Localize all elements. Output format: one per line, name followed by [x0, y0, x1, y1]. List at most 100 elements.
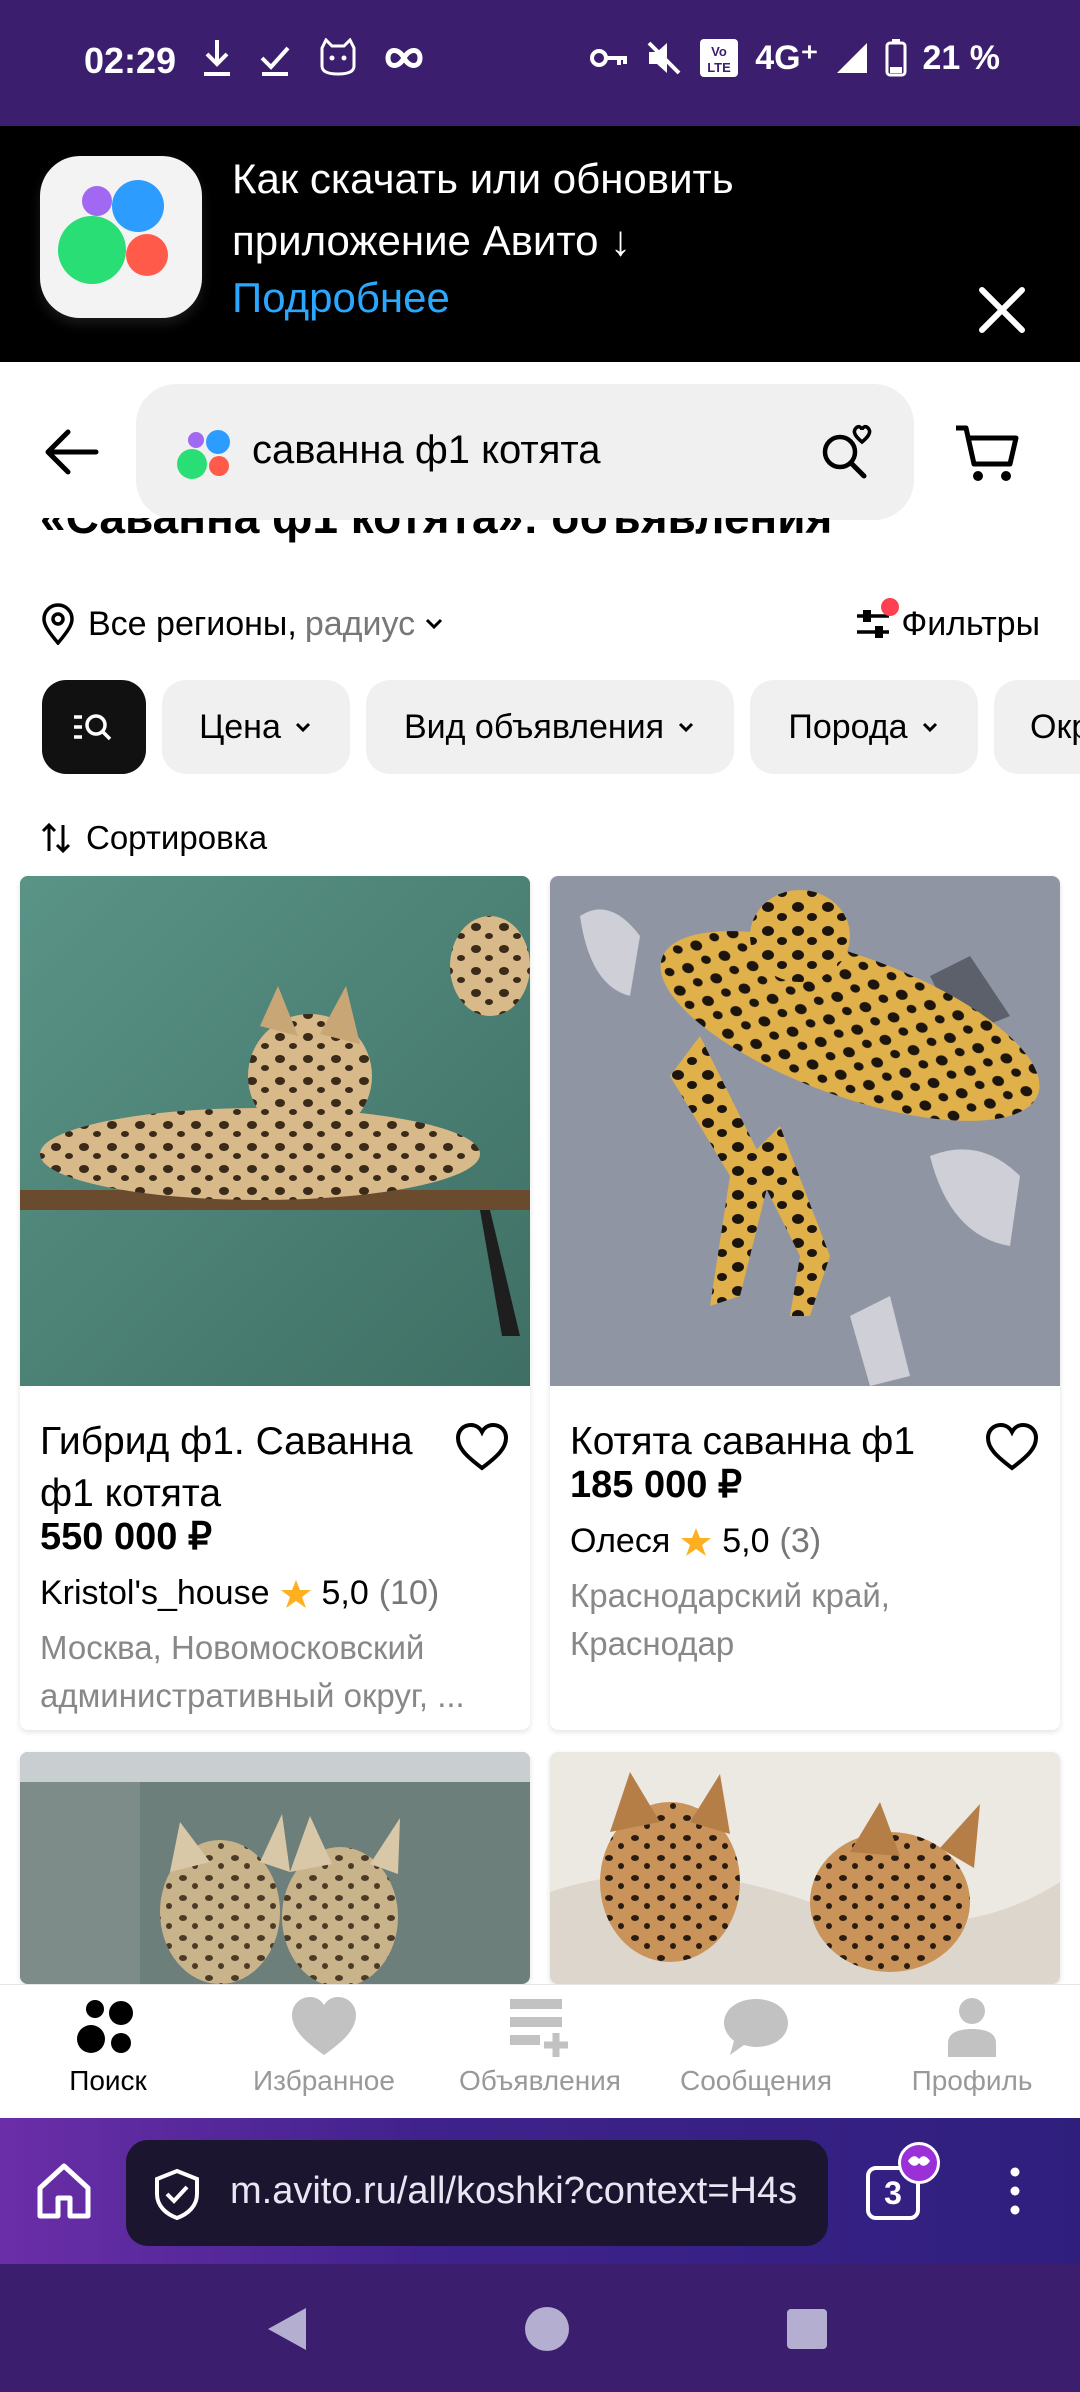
nav-listings-label: Объявления [459, 2065, 621, 2096]
bottom-navigation: Поиск Избранное Объявления Сообщения Про… [0, 1984, 1080, 2118]
back-arrow-icon[interactable] [36, 416, 108, 488]
add-listing-icon [510, 1999, 568, 2057]
battery-percent: 21 % [922, 38, 1001, 77]
listing-card[interactable]: Котята саванна ф1 185 000 ₽ Олеся 5,0 (3… [550, 876, 1060, 1730]
listing-photo [550, 876, 1060, 1386]
chip-listing-type-label: Вид объявления [403, 707, 665, 746]
location-selector[interactable]: Все регионы, радиус [40, 600, 445, 648]
listing-photo [20, 876, 530, 1386]
done-icon [260, 46, 290, 76]
search-input[interactable]: саванна ф1 котята [136, 384, 914, 520]
chip-color[interactable]: Окр [994, 680, 1080, 774]
results-title-text: «Саванна ф1 котята»: объявления [40, 518, 832, 544]
seller-rating: 5,0 [722, 1522, 770, 1560]
close-icon[interactable] [968, 276, 1036, 344]
more-menu-icon[interactable] [1000, 2162, 1030, 2220]
nav-messages[interactable]: Сообщения [656, 1995, 856, 2119]
avito-app-logo [40, 156, 202, 318]
listing-location: Москва, Новомосковский административный … [40, 1629, 465, 1714]
save-search-icon[interactable] [816, 420, 880, 484]
profile-icon [948, 1998, 996, 2057]
chevron-down-icon [426, 618, 443, 630]
list-search-icon [74, 714, 112, 741]
chevron-down-icon [295, 722, 310, 733]
chip-listing-type[interactable]: Вид объявления [366, 680, 734, 774]
status-right: Vo LTE 4G⁺ 21 % [589, 38, 1000, 78]
status-time: 02:29 [84, 40, 177, 81]
sort-icon [41, 822, 71, 854]
sort-label: Сортировка [86, 819, 268, 856]
chip-breed[interactable]: Порода [750, 680, 978, 774]
star-icon [681, 1527, 712, 1556]
chip-price-label: Цена [199, 707, 281, 746]
listing-price: 550 000 ₽ [40, 1516, 213, 1558]
status-bar: 02:29 Vo LTE 4G⁺ 21 % [0, 0, 1080, 126]
chip-breed-label: Порода [788, 707, 908, 746]
listing-seller: Олеся 5,0 (3) [570, 1522, 821, 1561]
promo-more-link[interactable]: Подробнее [232, 274, 450, 322]
nav-favorites-label: Избранное [253, 2065, 395, 2096]
search-query: саванна ф1 котята [252, 428, 601, 472]
browser-toolbar: m.avito.ru/all/koshki?context=H4s 3 [0, 2118, 1080, 2264]
filters-label: Фильтры [901, 604, 1040, 643]
url-text: m.avito.ru/all/koshki?context=H4s [230, 2170, 798, 2212]
infinity-icon [385, 48, 423, 68]
location-radius: радиус [304, 604, 416, 643]
seller-reviews: (10) [378, 1574, 440, 1612]
nav-profile[interactable]: Профиль [872, 1995, 1072, 2119]
listing-photo [20, 1752, 530, 1984]
back-triangle-icon[interactable] [262, 2304, 312, 2354]
network-type: 4G⁺ [755, 39, 819, 77]
listing-title: Гибрид ф1. Саванна ф1 котята [40, 1420, 413, 1515]
private-mode-icon [898, 2142, 940, 2184]
svg-text:Vo: Vo [711, 44, 727, 59]
battery-icon [885, 39, 906, 77]
sort-button[interactable]: Сортировка [40, 814, 267, 862]
home-circle-icon[interactable] [522, 2304, 572, 2354]
system-navigation-bar [0, 2264, 1080, 2392]
seller-reviews: (3) [779, 1522, 822, 1560]
location-region: Все регионы, [88, 604, 297, 643]
filters-notification-dot [881, 598, 900, 616]
shield-check-icon[interactable] [152, 2168, 202, 2220]
chevron-down-icon [678, 722, 694, 733]
download-icon [204, 40, 230, 76]
address-bar[interactable]: m.avito.ru/all/koshki?context=H4s [126, 2140, 828, 2246]
app-promo-banner[interactable]: Как скачать или обновить приложение Авит… [0, 126, 1080, 362]
listing-location: Краснодарский край, Краснодар [570, 1577, 890, 1662]
chip-color-label: Окр [1030, 707, 1080, 746]
nav-favorites[interactable]: Избранное [224, 1995, 424, 2119]
filters-button[interactable]: Фильтры [855, 598, 1040, 648]
listing-card[interactable] [20, 1752, 530, 1984]
svg-text:LTE: LTE [707, 60, 731, 75]
nav-messages-label: Сообщения [680, 2065, 832, 2096]
recents-square-icon[interactable] [784, 2306, 830, 2352]
results-title: «Саванна ф1 котята»: объявления [40, 518, 1040, 568]
chip-search-list[interactable] [42, 680, 146, 774]
cart-icon[interactable] [952, 416, 1024, 488]
nav-profile-label: Профиль [911, 2065, 1033, 2096]
favorite-heart-icon[interactable] [454, 1420, 510, 1476]
listing-seller: Kristol's_house 5,0 (10) [40, 1574, 439, 1613]
key-icon [590, 49, 628, 67]
chat-bubble-icon [724, 1999, 788, 2055]
chevron-down-icon [922, 722, 937, 733]
nav-search[interactable]: Поиск [8, 1995, 208, 2119]
nav-listings[interactable]: Объявления [440, 1995, 640, 2119]
home-icon[interactable] [34, 2162, 94, 2220]
avito-logo-icon [177, 430, 230, 479]
listing-card[interactable]: Гибрид ф1. Саванна ф1 котята 550 000 ₽ K… [20, 876, 530, 1730]
nav-search-label: Поиск [69, 2065, 147, 2096]
promo-text: Как скачать или обновить приложение Авит… [232, 155, 734, 264]
signal-icon [836, 43, 867, 73]
location-pin-icon [42, 603, 74, 645]
listing-title: Котята саванна ф1 [570, 1420, 916, 1463]
seller-name: Олеся [570, 1522, 671, 1560]
seller-name: Kristol's_house [40, 1574, 270, 1612]
chip-price[interactable]: Цена [162, 680, 350, 774]
listing-price: 185 000 ₽ [570, 1464, 743, 1506]
seller-rating: 5,0 [321, 1574, 369, 1612]
listing-photo [550, 1752, 1060, 1984]
favorite-heart-icon[interactable] [984, 1420, 1040, 1476]
listing-card[interactable] [550, 1752, 1060, 1984]
